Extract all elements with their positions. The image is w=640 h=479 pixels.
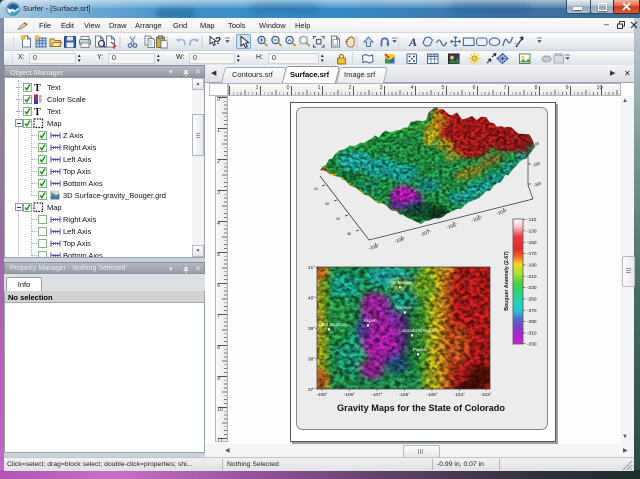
svg-text:-103°: -103° xyxy=(480,392,491,397)
svg-text:-250: -250 xyxy=(527,297,537,303)
svg-text:Gravity Maps for the State of: Gravity Maps for the State of Colorado xyxy=(337,403,505,413)
svg-text:Aspen: Aspen xyxy=(363,318,376,323)
svg-text:T: T xyxy=(34,107,41,117)
svg-text:-270: -270 xyxy=(527,308,537,314)
svg-text:-107°: -107° xyxy=(371,392,382,397)
svg-text:-108°: -108° xyxy=(344,392,355,397)
svg-text:-110: -110 xyxy=(527,217,537,223)
svg-text:40°: 40° xyxy=(308,296,315,301)
svg-text:Fort Collins: Fort Collins xyxy=(388,280,412,285)
svg-text:-109°: -109° xyxy=(316,392,327,397)
svg-text:38°: 38° xyxy=(308,357,315,362)
svg-text:39°: 39° xyxy=(308,326,315,331)
svg-text:41°: 41° xyxy=(308,265,315,270)
svg-text:Colorado Springs: Colorado Springs xyxy=(398,328,434,333)
svg-text:41: 41 xyxy=(314,187,318,191)
svg-text:-190: -190 xyxy=(527,263,537,269)
svg-text:39: 39 xyxy=(336,217,340,221)
svg-text:Grand Junction: Grand Junction xyxy=(315,322,347,327)
svg-text:37°: 37° xyxy=(308,387,315,392)
svg-text:T: T xyxy=(34,83,41,93)
svg-text:-310: -310 xyxy=(527,331,537,337)
svg-text:38: 38 xyxy=(347,232,351,236)
svg-text:-150: -150 xyxy=(527,240,537,246)
svg-text:40: 40 xyxy=(325,202,329,206)
svg-text:-130: -130 xyxy=(527,228,537,234)
svg-text:-290: -290 xyxy=(527,319,537,325)
svg-text:A: A xyxy=(408,35,417,49)
svg-text:-104°: -104° xyxy=(454,392,465,397)
svg-text:-106°: -106° xyxy=(399,392,410,397)
svg-text:-170: -170 xyxy=(527,251,537,257)
svg-text:-330: -330 xyxy=(527,341,537,347)
svg-text:-230: -230 xyxy=(527,285,537,291)
svg-text:-105°: -105° xyxy=(426,392,437,397)
svg-text:-210: -210 xyxy=(527,274,537,280)
svg-text:Pueblo: Pueblo xyxy=(413,347,428,352)
svg-text:Bouguer Anomaly (2.67): Bouguer Anomaly (2.67) xyxy=(504,251,510,311)
svg-text:Denver: Denver xyxy=(397,305,412,310)
svg-text:?: ? xyxy=(215,36,221,47)
